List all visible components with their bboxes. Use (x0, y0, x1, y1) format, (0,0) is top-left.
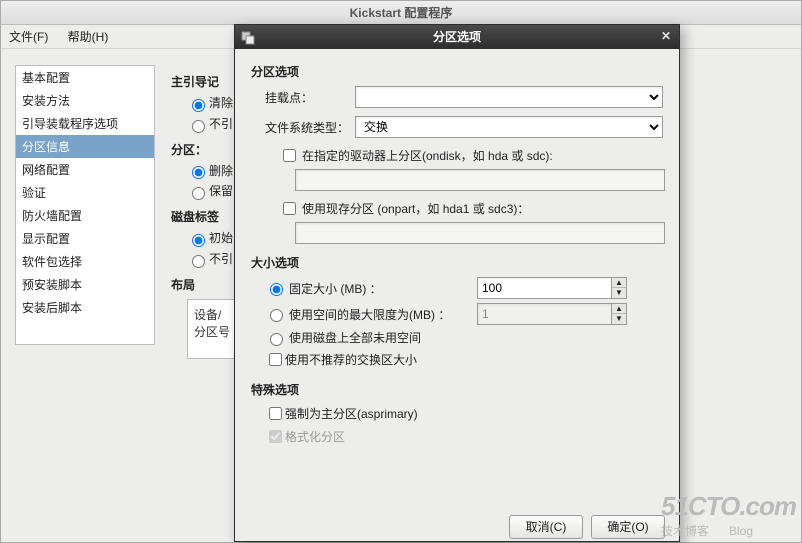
format-checkbox (269, 430, 282, 443)
sidebar-item-post[interactable]: 安装后脚本 (16, 296, 154, 319)
mount-label: 挂载点： (265, 89, 355, 106)
grow-radio[interactable] (270, 333, 283, 346)
noswap-checkbox[interactable] (269, 353, 282, 366)
part-keep-label: 保留 (209, 184, 233, 198)
mbr-clear-label: 清除 (209, 96, 233, 110)
close-icon[interactable]: ✕ (659, 29, 673, 43)
sidebar-item-basic[interactable]: 基本配置 (16, 66, 154, 89)
dialog-titlebar: 分区选项 ✕ (235, 25, 679, 49)
sidebar-item-boot[interactable]: 引导装载程序选项 (16, 112, 154, 135)
watermark-sub: 技术博客 (661, 524, 709, 538)
part-del-label: 删除 (209, 164, 233, 178)
sidebar-item-auth[interactable]: 验证 (16, 181, 154, 204)
onpart-checkbox[interactable] (283, 202, 296, 215)
watermark: 51CTO.com 技术博客 Blog (661, 491, 796, 539)
fixed-size-radio[interactable] (270, 283, 283, 296)
part-del-radio[interactable] (192, 166, 205, 179)
watermark-blog: Blog (729, 524, 753, 538)
sidebar-item-install[interactable]: 安装方法 (16, 89, 154, 112)
disklabel-no-radio[interactable] (192, 255, 205, 268)
menu-help[interactable]: 帮助(H) (68, 30, 109, 44)
max-size-input[interactable] (477, 303, 611, 325)
menu-file[interactable]: 文件(F) (9, 30, 48, 44)
onpart-input[interactable] (295, 222, 665, 244)
max-size-label: 使用空间的最大限度为(MB) ： (289, 306, 465, 323)
ondisk-input[interactable] (295, 169, 665, 191)
cancel-button[interactable]: 取消(C) (509, 515, 583, 539)
ondisk-label: 在指定的驱动器上分区(ondisk，如 hda 或 sdc): (302, 147, 553, 164)
sidebar-item-pre[interactable]: 预安装脚本 (16, 273, 154, 296)
mbr-no-label: 不引 (209, 117, 233, 131)
sidebar: 基本配置 安装方法 引导装载程序选项 分区信息 网络配置 验证 防火墙配置 显示… (15, 65, 155, 345)
mount-select[interactable] (355, 86, 663, 108)
asprimary-checkbox[interactable] (269, 407, 282, 420)
disklabel-no-label: 不引 (209, 252, 233, 266)
window-icon (241, 29, 255, 43)
partition-options-dialog: 分区选项 ✕ 分区选项 挂载点： 文件系统类型： 交换 在指定的驱动器上分区(o… (234, 24, 680, 542)
fs-select[interactable]: 交换 (355, 116, 663, 138)
fixed-size-label: 固定大小 (MB) ： (289, 280, 465, 297)
dialog-title-text: 分区选项 (433, 30, 481, 44)
noswap-label: 使用不推荐的交换区大小 (285, 351, 417, 368)
disklabel-init-radio[interactable] (192, 234, 205, 247)
mbr-no-radio[interactable] (192, 120, 205, 133)
fixed-size-input[interactable] (477, 277, 611, 299)
sidebar-item-partition[interactable]: 分区信息 (16, 135, 154, 158)
ok-button[interactable]: 确定(O) (591, 515, 665, 539)
section-partition-title: 分区选项 (251, 63, 663, 80)
fixed-size-spinner[interactable]: ▲▼ (611, 277, 627, 299)
max-size-radio[interactable] (270, 309, 283, 322)
max-size-spinner[interactable]: ▲▼ (611, 303, 627, 325)
mbr-clear-radio[interactable] (192, 99, 205, 112)
section-size-title: 大小选项 (251, 254, 663, 271)
main-title: Kickstart 配置程序 (1, 1, 801, 25)
dialog-body: 分区选项 挂载点： 文件系统类型： 交换 在指定的驱动器上分区(ondisk，如… (235, 49, 679, 456)
disklabel-init-label: 初始 (209, 231, 233, 245)
sidebar-item-firewall[interactable]: 防火墙配置 (16, 204, 154, 227)
format-label: 格式化分区 (285, 428, 345, 445)
sidebar-item-display[interactable]: 显示配置 (16, 227, 154, 250)
fs-label: 文件系统类型： (265, 119, 355, 136)
asprimary-label: 强制为主分区(asprimary) (285, 405, 418, 422)
ondisk-checkbox[interactable] (283, 149, 296, 162)
sidebar-item-network[interactable]: 网络配置 (16, 158, 154, 181)
sidebar-item-packages[interactable]: 软件包选择 (16, 250, 154, 273)
onpart-label: 使用现存分区 (onpart，如 hda1 或 sdc3)： (302, 200, 529, 217)
part-keep-radio[interactable] (192, 187, 205, 200)
grow-label: 使用磁盘上全部未用空间 (289, 329, 421, 346)
watermark-logo: 51CTO.com (661, 491, 796, 521)
section-special-title: 特殊选项 (251, 381, 663, 398)
